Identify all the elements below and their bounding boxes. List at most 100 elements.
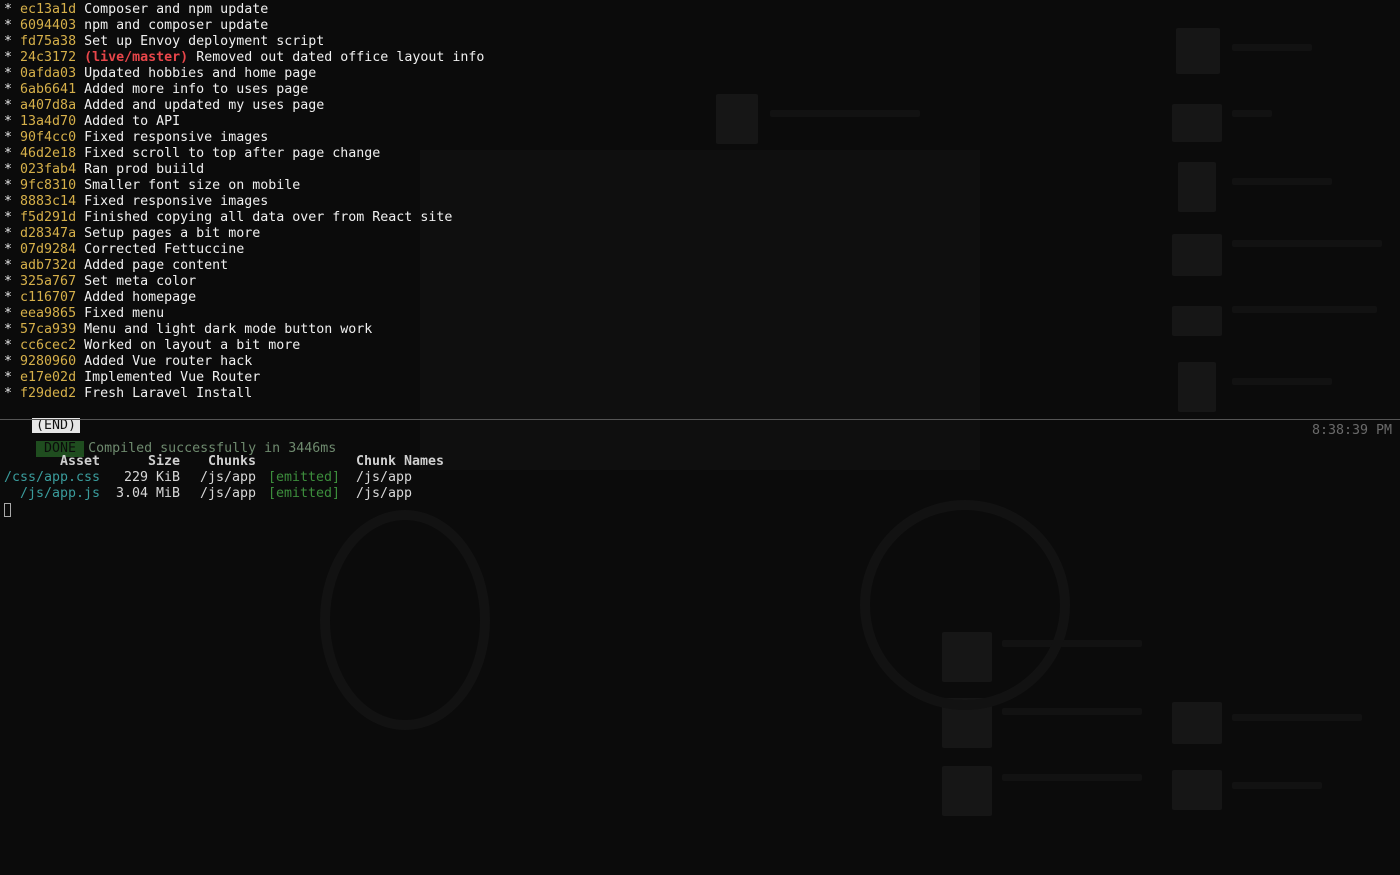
commit-line: * 13a4d70 Added to API	[0, 114, 1400, 130]
commit-message: Set up Envoy deployment script	[84, 34, 325, 49]
commit-hash: c116707	[20, 290, 77, 305]
commit-line: * 9fc8310 Smaller font size on mobile	[0, 178, 1400, 194]
commit-bullet: *	[4, 34, 13, 49]
header-chunk-names: Chunk Names	[356, 454, 445, 469]
commit-message: Added and updated my uses page	[84, 98, 325, 113]
git-log-list: * ec13a1d Composer and npm update * 60944…	[0, 2, 1400, 402]
commit-hash: 9280960	[20, 354, 77, 369]
commit-line: * 6094403 npm and composer update	[0, 18, 1400, 34]
commit-bullet: *	[4, 370, 13, 385]
commit-message: Finished copying all data over from Reac…	[84, 210, 453, 225]
commit-bullet: *	[4, 306, 13, 321]
commit-hash: 023fab4	[20, 162, 77, 177]
commit-line: * fd75a38 Set up Envoy deployment script	[0, 34, 1400, 50]
commit-bullet: *	[4, 226, 13, 241]
commit-hash: 0afda03	[20, 66, 77, 81]
header-size: Size	[147, 454, 180, 469]
asset-emitted: [emitted]	[268, 486, 341, 501]
commit-hash: 90f4cc0	[20, 130, 77, 145]
commit-bullet: *	[4, 290, 13, 305]
commit-message: Added homepage	[84, 290, 197, 305]
commit-message: Corrected Fettuccine	[84, 242, 245, 257]
commit-bullet: *	[4, 98, 13, 113]
asset-chunks: /js/app	[200, 486, 257, 501]
commit-bullet: *	[4, 18, 13, 33]
commit-message: Added more info to uses page	[84, 82, 309, 97]
commit-message: Updated hobbies and home page	[84, 66, 317, 81]
asset-name: /js/app.js	[19, 486, 100, 501]
build-status-line: DONE Compiled successfully in 3446ms 8:38…	[0, 422, 1400, 457]
commit-hash: eea9865	[20, 306, 77, 321]
header-asset: Asset	[59, 454, 100, 469]
commit-bullet: *	[4, 338, 13, 353]
commit-bullet: *	[4, 82, 13, 97]
commit-message: Composer and npm update	[84, 2, 269, 17]
commit-bullet: *	[4, 210, 13, 225]
commit-message: Fixed scroll to top after page change	[84, 146, 381, 161]
commit-line: * eea9865 Fixed menu	[0, 306, 1400, 322]
git-log-pane[interactable]: * ec13a1d Composer and npm update * 60944…	[0, 2, 1400, 433]
commit-line: * a407d8a Added and updated my uses page	[0, 98, 1400, 114]
commit-hash: f29ded2	[20, 386, 77, 401]
commit-hash: 24c3172	[20, 50, 77, 65]
commit-bullet: *	[4, 66, 13, 81]
commit-bullet: *	[4, 274, 13, 289]
commit-hash: e17e02d	[20, 370, 77, 385]
commit-hash: 46d2e18	[20, 146, 77, 161]
table-row: /css/app.css 229 KiB /js/app [emitted] /…	[4, 470, 1400, 486]
table-row: /js/app.js 3.04 MiB /js/app [emitted] /j…	[4, 486, 1400, 502]
commit-hash: 6094403	[20, 18, 77, 33]
commit-bullet: *	[4, 354, 13, 369]
commit-line: * 9280960 Added Vue router hack	[0, 354, 1400, 370]
commit-bullet: *	[4, 50, 13, 65]
commit-message: Smaller font size on mobile	[84, 178, 301, 193]
commit-hash: fd75a38	[20, 34, 77, 49]
commit-message: Menu and light dark mode button work	[84, 322, 373, 337]
pane-divider[interactable]	[0, 419, 1400, 420]
commit-line: * f29ded2 Fresh Laravel Install	[0, 386, 1400, 402]
commit-line: * 023fab4 Ran prod buiild	[0, 162, 1400, 178]
commit-message: Added to API	[84, 114, 181, 129]
header-chunks: Chunks	[207, 454, 256, 469]
commit-hash: a407d8a	[20, 98, 77, 113]
commit-message: Fixed responsive images	[84, 130, 269, 145]
commit-bullet: *	[4, 114, 13, 129]
commit-message: Ran prod buiild	[84, 162, 205, 177]
commit-line: * 325a767 Set meta color	[0, 274, 1400, 290]
commit-bullet: *	[4, 194, 13, 209]
asset-table: Asset Size Chunks Chunk Names /css/app.c…	[0, 454, 1400, 502]
commit-line: * 0afda03 Updated hobbies and home page	[0, 66, 1400, 82]
commit-hash: 13a4d70	[20, 114, 77, 129]
commit-message: Removed out dated office layout info	[196, 50, 485, 65]
commit-message: Fresh Laravel Install	[84, 386, 253, 401]
asset-name: /css/app.css	[4, 470, 101, 485]
asset-chunk-names: /js/app	[356, 470, 413, 485]
commit-hash: 07d9284	[20, 242, 77, 257]
commit-line: * e17e02d Implemented Vue Router	[0, 370, 1400, 386]
commit-bullet: *	[4, 178, 13, 193]
commit-message: Implemented Vue Router	[84, 370, 261, 385]
commit-message: Added Vue router hack	[84, 354, 253, 369]
commit-line: * 8883c14 Fixed responsive images	[0, 194, 1400, 210]
asset-chunks: /js/app	[200, 470, 257, 485]
commit-line: * 6ab6641 Added more info to uses page	[0, 82, 1400, 98]
asset-chunk-names: /js/app	[356, 486, 413, 501]
commit-bullet: *	[4, 146, 13, 161]
commit-line: * d28347a Setup pages a bit more	[0, 226, 1400, 242]
commit-message: Setup pages a bit more	[84, 226, 261, 241]
commit-bullet: *	[4, 2, 13, 17]
commit-hash: d28347a	[20, 226, 77, 241]
commit-bullet: *	[4, 322, 13, 337]
commit-message: Worked on layout a bit more	[84, 338, 301, 353]
asset-size: 3.04 MiB	[115, 486, 180, 501]
asset-size: 229 KiB	[123, 470, 180, 485]
pager-end-line: (END)	[0, 402, 1400, 433]
commit-hash: 9fc8310	[20, 178, 77, 193]
commit-line: * c116707 Added homepage	[0, 290, 1400, 306]
terminal-cursor[interactable]	[4, 503, 11, 517]
commit-line: * 24c3172 (live/master) Removed out date…	[0, 50, 1400, 66]
status-timestamp: 8:38:39 PM	[1311, 423, 1392, 438]
commit-hash: adb732d	[20, 258, 77, 273]
commit-line: * 57ca939 Menu and light dark mode butto…	[0, 322, 1400, 338]
build-output-pane[interactable]: DONE Compiled successfully in 3446ms 8:38…	[0, 422, 1400, 875]
